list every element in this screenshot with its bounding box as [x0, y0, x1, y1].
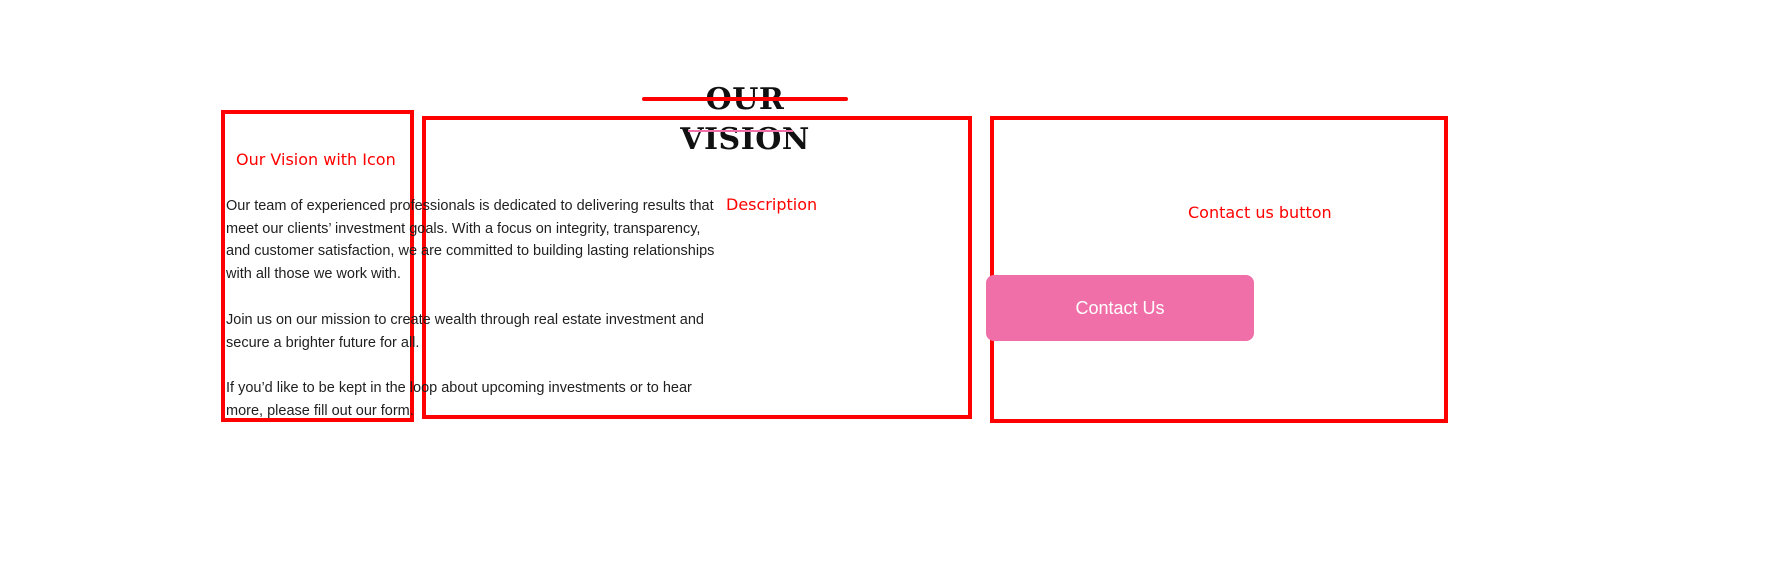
description-paragraph: Join us on our mission to create wealth …	[226, 311, 704, 351]
annotation-box-contact-button	[990, 116, 1448, 423]
description-paragraph: If you’d like to be kept in the loop abo…	[226, 380, 692, 419]
description-paragraph: Our team of experienced professionals is…	[226, 198, 715, 283]
vision-description: Our team of experienced professionals is…	[226, 195, 716, 446]
annotation-label-vision-icon: Our Vision with Icon	[236, 150, 396, 169]
annotation-strike-line	[642, 97, 848, 101]
annotation-label-contact-button: Contact us button	[1188, 203, 1332, 222]
annotation-label-description: Description	[726, 195, 818, 214]
heading-wrap: OUR VISION	[642, 80, 848, 157]
contact-us-button[interactable]: Contact Us	[986, 275, 1254, 341]
